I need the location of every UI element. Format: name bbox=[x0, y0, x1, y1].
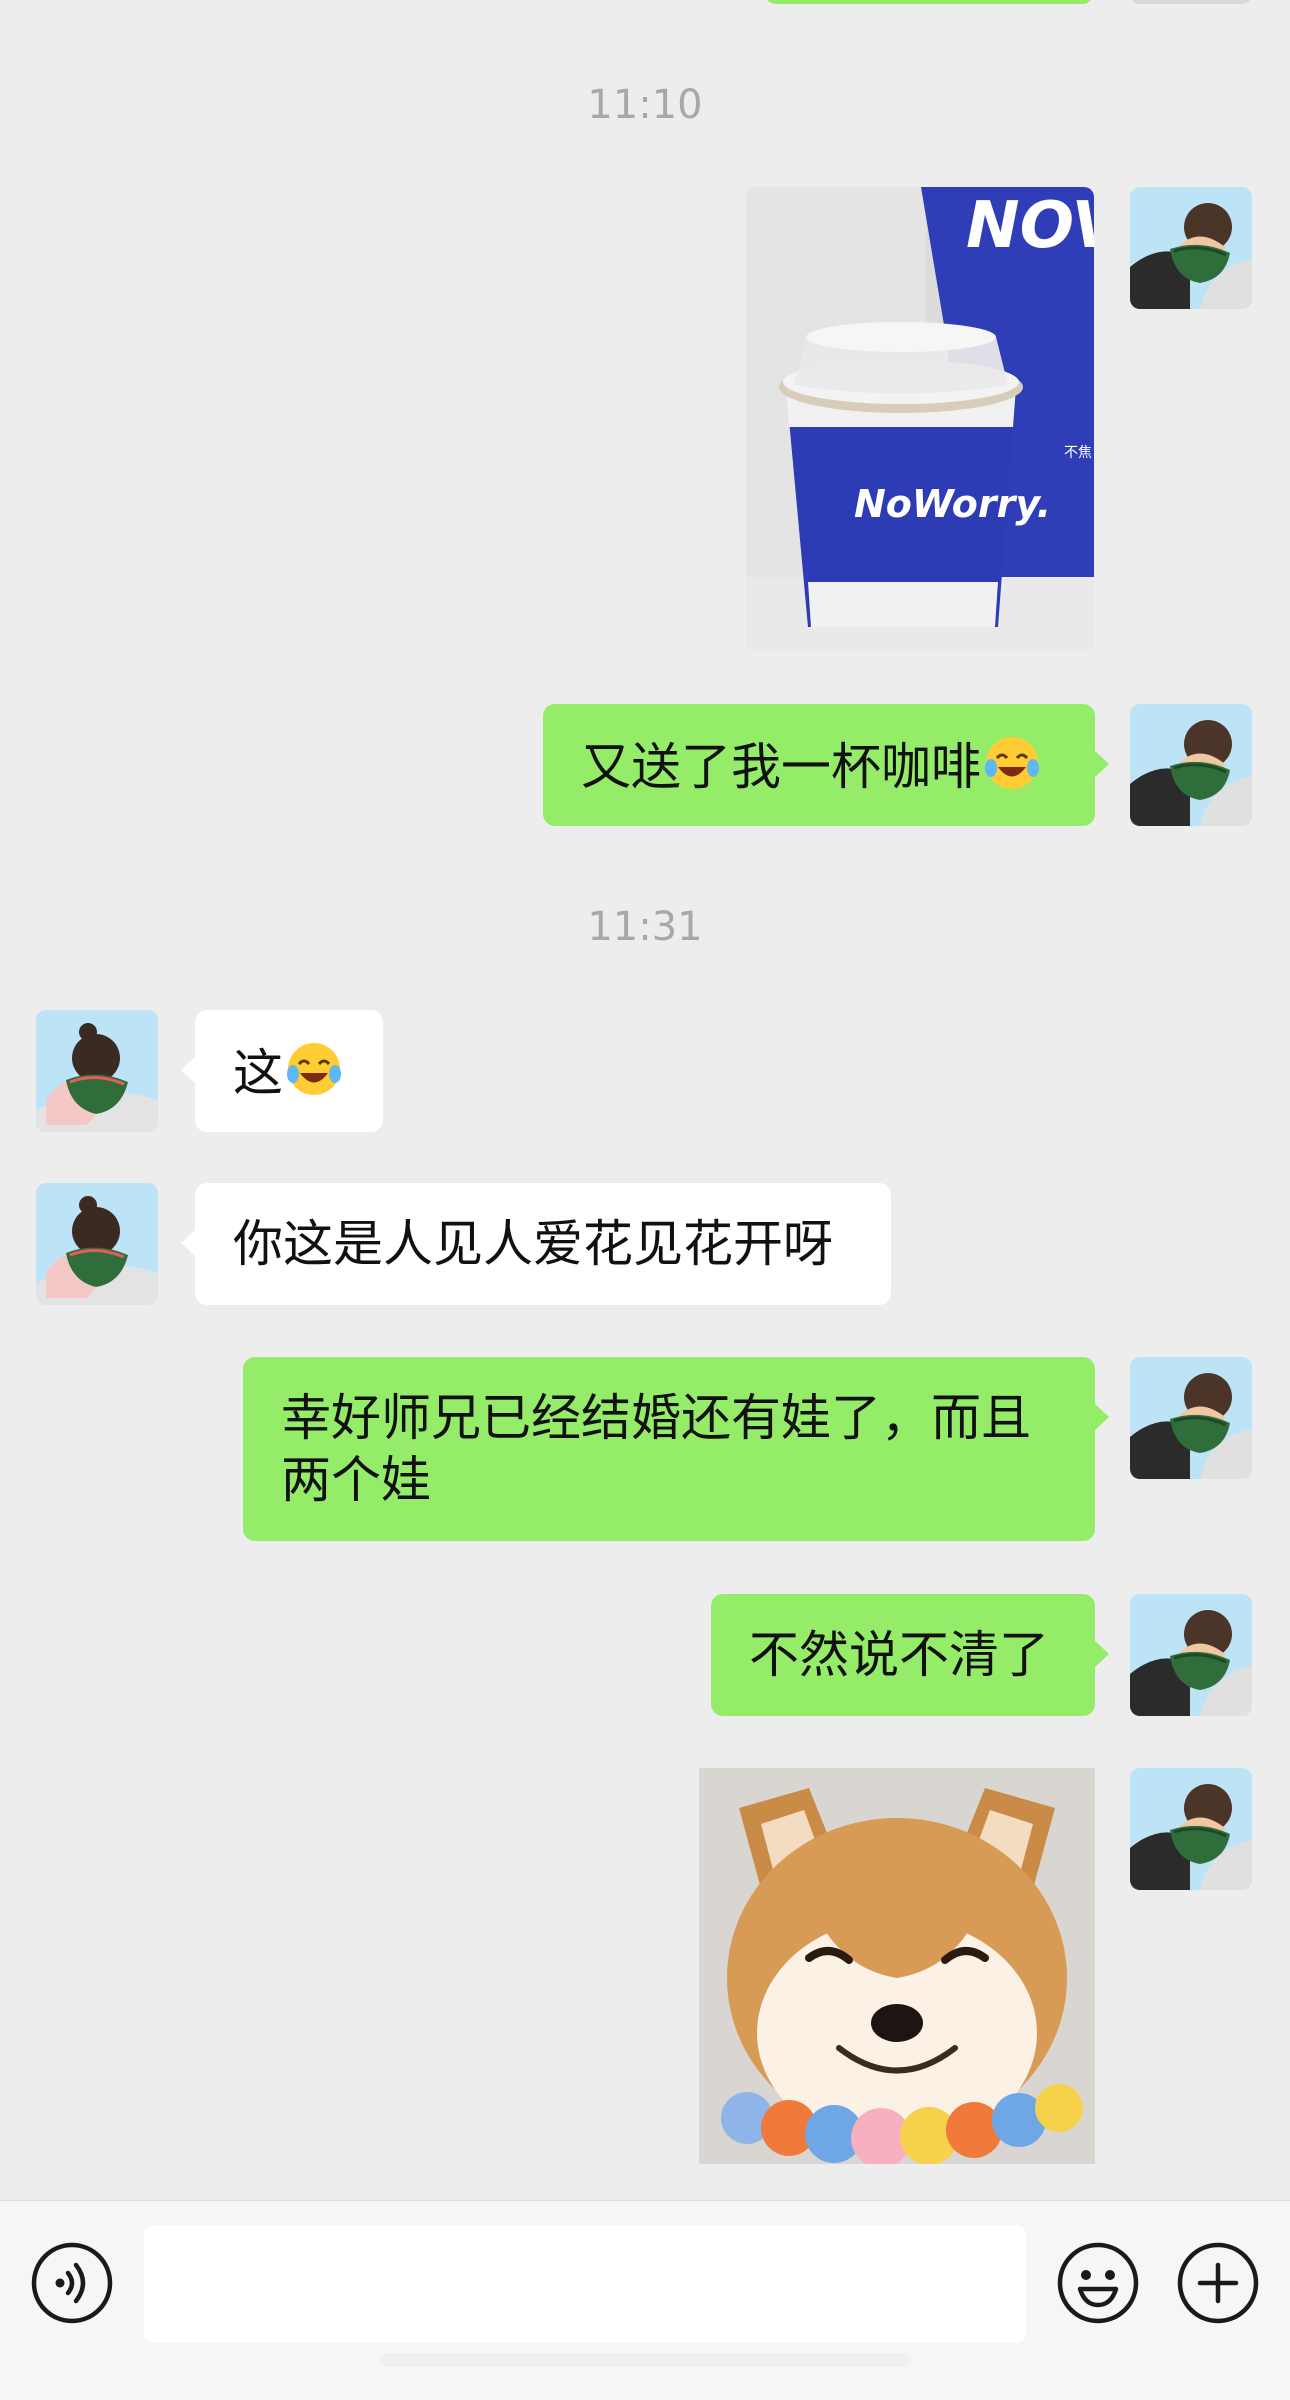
message-text-line-1: 幸好师兄已经结婚还有娃了，而且 bbox=[281, 1389, 1031, 1447]
message-bubble-self[interactable]: 又送了我一杯咖啡 bbox=[543, 704, 1109, 826]
plus-icon[interactable] bbox=[1176, 2241, 1260, 2325]
previous-avatar-partial bbox=[1130, 0, 1252, 4]
previous-message-partial bbox=[764, 0, 1094, 4]
other-avatar[interactable] bbox=[36, 1183, 158, 1305]
self-avatar-image bbox=[1130, 1594, 1252, 1716]
self-avatar-image bbox=[1130, 187, 1252, 309]
message-text-line-2: 两个娃 bbox=[281, 1451, 431, 1509]
self-avatar-image bbox=[1130, 704, 1252, 826]
input-bar bbox=[0, 2200, 1290, 2400]
svg-text:NOV: NOV bbox=[966, 189, 1094, 263]
coffee-cup-image: NOV 不焦 NoWorry. bbox=[746, 187, 1094, 651]
message-bubble-self[interactable]: 幸好师兄已经结婚还有娃了，而且 两个娃 bbox=[243, 1357, 1109, 1541]
timestamp: 11:31 bbox=[587, 904, 703, 950]
self-avatar-image bbox=[1130, 1357, 1252, 1479]
message-bubble-other[interactable]: 你这是人见人爱花见花开呀 bbox=[181, 1183, 891, 1305]
emoji-face-icon[interactable] bbox=[1056, 2241, 1140, 2325]
shiba-dog-sticker-image bbox=[699, 1768, 1095, 2164]
dog-sticker-message[interactable] bbox=[699, 1768, 1095, 2164]
cup-brand-text: NoWorry. bbox=[854, 482, 1051, 526]
timestamp: 11:10 bbox=[587, 82, 703, 128]
other-avatar-image bbox=[36, 1183, 158, 1305]
other-avatar[interactable] bbox=[36, 1010, 158, 1132]
message-text: 又送了我一杯咖啡 bbox=[581, 738, 981, 796]
message-text: 不然说不清了 bbox=[749, 1626, 1049, 1684]
tears-of-joy-emoji-icon bbox=[983, 734, 1041, 792]
self-avatar[interactable] bbox=[1130, 704, 1252, 826]
home-indicator bbox=[380, 2353, 910, 2367]
self-avatar[interactable] bbox=[1130, 1357, 1252, 1479]
message-bubble-self[interactable]: 不然说不清了 bbox=[711, 1594, 1109, 1716]
message-text: 这 bbox=[233, 1044, 283, 1102]
chat-screen: 11:10 NOV 不焦 NoWorry. bbox=[0, 0, 1290, 2400]
self-avatar[interactable] bbox=[1130, 1768, 1252, 1890]
message-text: 你这是人见人爱花见花开呀 bbox=[233, 1215, 833, 1273]
message-input[interactable] bbox=[144, 2225, 1026, 2343]
self-avatar-image bbox=[1130, 1768, 1252, 1890]
tears-of-joy-emoji-icon bbox=[285, 1040, 343, 1098]
self-avatar[interactable] bbox=[1130, 187, 1252, 309]
svg-text:不焦: 不焦 bbox=[1064, 445, 1092, 461]
self-avatar[interactable] bbox=[1130, 1594, 1252, 1716]
message-bubble-other[interactable]: 这 bbox=[181, 1010, 383, 1132]
other-avatar-image bbox=[36, 1010, 158, 1132]
coffee-photo-message[interactable]: NOV 不焦 NoWorry. bbox=[746, 187, 1094, 651]
voice-icon[interactable] bbox=[30, 2241, 114, 2325]
